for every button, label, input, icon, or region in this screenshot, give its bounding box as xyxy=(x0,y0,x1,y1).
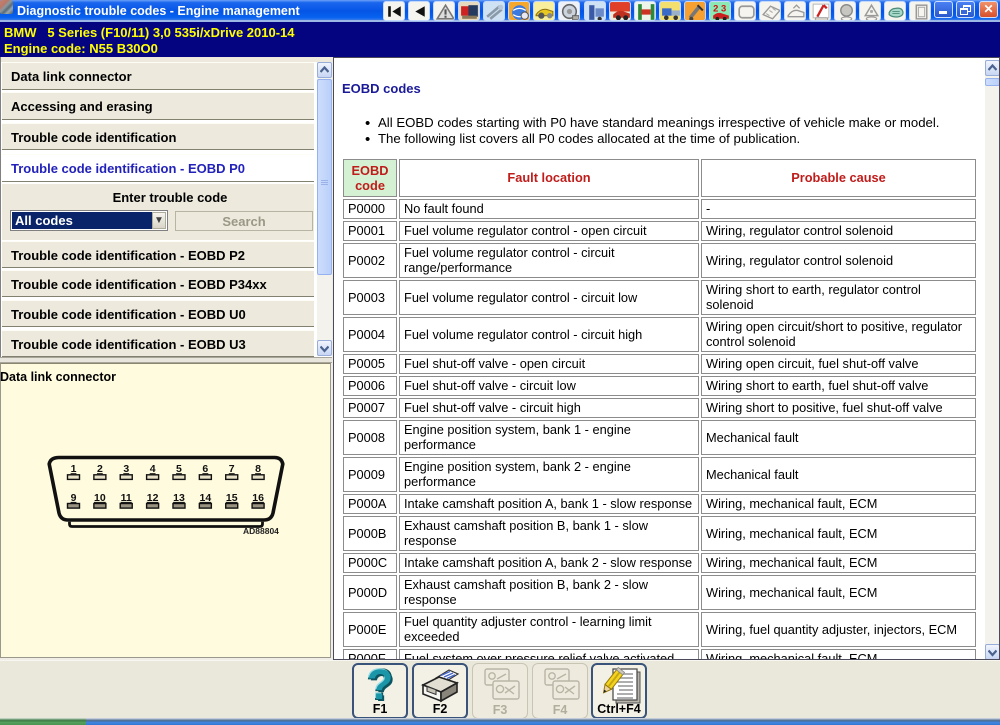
svg-text:5: 5 xyxy=(176,463,182,475)
svg-text:15: 15 xyxy=(226,492,238,504)
svg-text:16: 16 xyxy=(252,492,264,504)
svg-text:7: 7 xyxy=(229,463,235,475)
svg-text:9: 9 xyxy=(71,492,77,504)
svg-text:11: 11 xyxy=(121,492,132,504)
svg-text:3: 3 xyxy=(123,463,129,475)
svg-text:8: 8 xyxy=(255,463,261,475)
svg-text:10: 10 xyxy=(94,492,106,504)
svg-text:13: 13 xyxy=(173,492,185,504)
svg-text:6: 6 xyxy=(202,463,208,475)
svg-text:2: 2 xyxy=(97,463,103,475)
svg-text:14: 14 xyxy=(200,492,212,504)
svg-text:4: 4 xyxy=(150,463,156,475)
svg-text:AD88804: AD88804 xyxy=(243,526,279,536)
svg-text:2 3: 2 3 xyxy=(713,2,726,13)
svg-text:12: 12 xyxy=(147,492,159,504)
svg-text:1: 1 xyxy=(71,463,77,475)
